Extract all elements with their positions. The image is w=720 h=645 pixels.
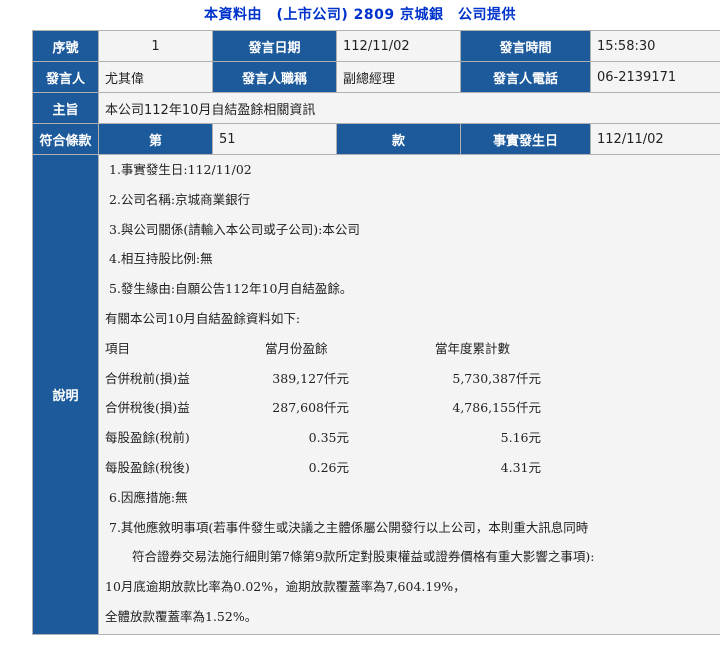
table-row: 主旨 本公司112年10月自結盈餘相關資訊 xyxy=(32,92,720,124)
earnings-header: 項目 xyxy=(105,340,131,356)
earnings-ytd: 4.31元 xyxy=(500,459,541,475)
time-label: 發言時間 xyxy=(460,30,591,62)
earnings-header-row: 項目 當月份盈餘 當年度累計數 xyxy=(105,334,720,364)
table-row: 發言人 尤其偉 發言人職稱 副總經理 發言人電話 06-2139171 xyxy=(32,61,720,93)
clause-di-label: 第 xyxy=(98,123,213,155)
desc-line: 1.事實發生日:112/11/02 xyxy=(109,162,252,177)
seq-label: 序號 xyxy=(32,30,99,62)
subject-label: 主旨 xyxy=(32,92,99,124)
earnings-ytd: 4,786,155仟元 xyxy=(452,400,541,416)
earnings-ytd: 5,730,387仟元 xyxy=(452,370,541,386)
seq-value: 1 xyxy=(98,30,213,62)
description-label: 說明 xyxy=(32,154,99,635)
desc-line: 10月底逾期放款比率為0.02%，逾期放款覆蓋率為7,604.19%， xyxy=(105,579,466,595)
description-body: 1.事實發生日:112/11/02 2.公司名稱:京城商業銀行 3.與公司關係(… xyxy=(98,154,720,635)
earnings-row: 合併稅前(損)益 389,127仟元 5,730,387仟元 xyxy=(105,364,720,394)
speaker-phone-label: 發言人電話 xyxy=(460,61,591,93)
table-row: 符合條款 第 51 款 事實發生日 112/11/02 xyxy=(32,123,720,155)
event-date-label: 事實發生日 xyxy=(460,123,591,155)
earnings-ytd: 5.16元 xyxy=(500,430,541,446)
clause-label: 符合條款 xyxy=(32,123,99,155)
earnings-row: 每股盈餘(稅後) 0.26元 4.31元 xyxy=(105,453,720,483)
speaker-title-value: 副總經理 xyxy=(336,61,461,93)
earnings-month: 0.35元 xyxy=(308,430,349,446)
desc-line: 符合證券交易法施行細則第7條第9款所定對股東權益或證券價格有重大影響之事項): xyxy=(132,549,595,565)
desc-line: 3.與公司關係(請輸入本公司或子公司):本公司 xyxy=(109,221,360,237)
clause-value: 51 xyxy=(212,123,337,155)
subject-value: 本公司112年10月自結盈餘相關資訊 xyxy=(98,92,720,124)
desc-line: 4.相互持股比例:無 xyxy=(109,251,213,267)
earnings-row: 每股盈餘(稅前) 0.35元 5.16元 xyxy=(105,423,720,453)
earnings-month: 389,127仟元 xyxy=(272,370,349,386)
desc-line: 全體放款覆蓋率為1.52%。 xyxy=(105,608,258,624)
desc-line: 有關本公司10月自結盈餘資料如下: xyxy=(105,310,301,326)
table-row: 說明 1.事實發生日:112/11/02 2.公司名稱:京城商業銀行 3.與公司… xyxy=(32,154,720,635)
earnings-item: 合併稅前(損)益 xyxy=(105,370,190,386)
desc-line: 7.其他應敘明事項(若事件發生或決議之主體係屬公開發行以上公司，本則重大訊息同時 xyxy=(109,519,589,535)
speaker-label: 發言人 xyxy=(32,61,99,93)
announcement-table: 序號 1 發言日期 112/11/02 發言時間 15:58:30 發言人 尤其… xyxy=(32,30,720,635)
time-value: 15:58:30 xyxy=(590,30,720,62)
earnings-month: 0.26元 xyxy=(308,459,349,475)
page-title: 本資料由 (上市公司) 2809 京城銀 公司提供 xyxy=(203,7,516,23)
clause-kuan-label: 款 xyxy=(336,123,461,155)
desc-line: 2.公司名稱:京城商業銀行 xyxy=(109,191,251,207)
earnings-header: 當月份盈餘 xyxy=(265,340,328,356)
desc-line: 6.因應措施:無 xyxy=(109,489,188,505)
earnings-row: 合併稅後(損)益 287,608仟元 4,786,155仟元 xyxy=(105,393,720,423)
earnings-item: 每股盈餘(稅前) xyxy=(105,430,190,446)
speaker-title-label: 發言人職稱 xyxy=(212,61,337,93)
speaker-phone-value: 06-2139171 xyxy=(590,61,720,93)
date-value: 112/11/02 xyxy=(336,30,461,62)
earnings-month: 287,608仟元 xyxy=(272,400,349,416)
date-label: 發言日期 xyxy=(212,30,337,62)
event-date-value: 112/11/02 xyxy=(590,123,720,155)
speaker-value: 尤其偉 xyxy=(98,61,213,93)
earnings-item: 合併稅後(損)益 xyxy=(105,400,190,416)
earnings-header: 當年度累計數 xyxy=(435,340,511,356)
desc-line: 5.發生緣由:自願公告112年10月自結盈餘。 xyxy=(109,281,353,297)
table-row: 序號 1 發言日期 112/11/02 發言時間 15:58:30 xyxy=(32,30,720,62)
earnings-item: 每股盈餘(稅後) xyxy=(105,459,190,475)
